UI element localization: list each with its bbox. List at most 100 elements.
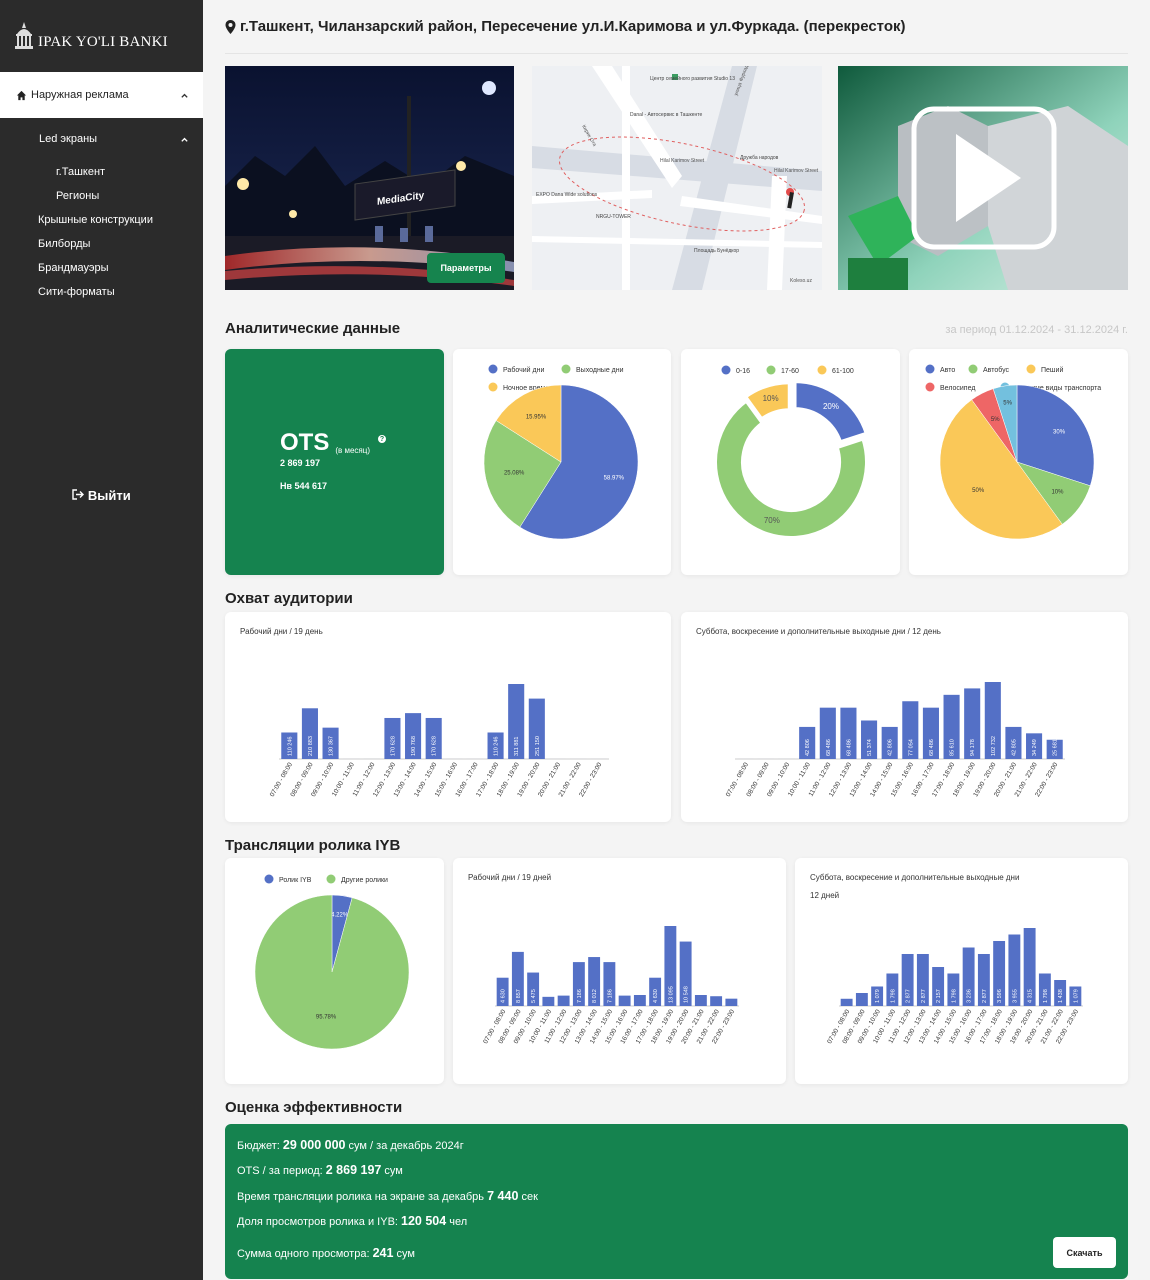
bar-value-label: 102 732 bbox=[991, 736, 997, 756]
bar-chart-broadcast-weekends: Суббота, воскресение и дополнительные вы… bbox=[810, 873, 1083, 1045]
bar-value-label: 1 798 bbox=[1043, 989, 1049, 1003]
nav-item-roof-structures[interactable]: Крышные конструкции bbox=[0, 208, 203, 232]
bar-value-label: 68 486 bbox=[826, 739, 832, 756]
budget-suffix: сум / за декабрь 2024г bbox=[348, 1140, 464, 1152]
location-pin-icon bbox=[225, 19, 236, 34]
nav-item-city-formats[interactable]: Сити-форматы bbox=[0, 280, 203, 304]
slice-label: 5% bbox=[991, 417, 1000, 423]
nav-item-billboards[interactable]: Билборды bbox=[0, 232, 203, 256]
bar-value-label: 3 596 bbox=[997, 989, 1003, 1003]
nav-outdoor-advertising[interactable]: Наружная реклама bbox=[0, 72, 203, 118]
bar-value-label: 7 186 bbox=[577, 989, 583, 1003]
bar-value-label: 10 548 bbox=[684, 986, 690, 1003]
bar-value-label: 210 883 bbox=[308, 736, 314, 756]
bar-value-label: 68 486 bbox=[846, 739, 852, 756]
bar-chart-reach-weekends: Суббота, воскресение и дополнительные вы… bbox=[696, 627, 1065, 798]
bar-value-label: 8 012 bbox=[592, 989, 598, 1003]
map-label: Дружба народов bbox=[740, 155, 779, 161]
bar-value-label: 110 246 bbox=[494, 737, 500, 756]
ots-unit: (в месяц) bbox=[335, 446, 371, 455]
pie-days-card: Рабочий дни Выходные дни Ночное время 58.97… bbox=[453, 349, 671, 575]
legend-label: 61-100 bbox=[832, 368, 854, 375]
slice-label: 20% bbox=[823, 402, 839, 411]
bar-value-label: 251 150 bbox=[535, 736, 541, 756]
pie-slice bbox=[254, 894, 410, 1050]
bar-chart-broadcast-workdays: Рабочий дни / 19 дней4 63007:00 - 08:008… bbox=[468, 873, 739, 1045]
legend-label: Пеший bbox=[1041, 366, 1063, 374]
bar-value-label: 1 798 bbox=[951, 989, 957, 1003]
bar-value-label: 1 798 bbox=[890, 989, 896, 1003]
chart-title: Рабочий дни / 19 дней bbox=[468, 873, 551, 882]
pie-chart-days: Рабочий дни Выходные дниНочное время58.97… bbox=[483, 364, 639, 540]
chevron-up-icon bbox=[181, 93, 188, 98]
ots-period-value: 2 869 197 bbox=[325, 1163, 382, 1177]
bar-value-label: 2 877 bbox=[982, 989, 988, 1003]
map-label: EXPO Dana Wide solutions bbox=[536, 192, 598, 198]
map-label: NRGU-TOWER bbox=[596, 214, 631, 220]
download-button[interactable]: Скачать bbox=[1053, 1237, 1116, 1268]
legend-label: Рабочий дни bbox=[503, 366, 544, 374]
budget-label: Бюджет: bbox=[237, 1140, 280, 1152]
bar-value-label: 4 630 bbox=[501, 989, 507, 1003]
effectiveness-title: Оценка эффективности bbox=[225, 1099, 403, 1116]
ots-line: OTS / за период: 2 869 197 сум bbox=[237, 1163, 403, 1177]
x-tick-label: 22:00 - 23:00 bbox=[1034, 761, 1059, 798]
main-content: г.Ташкент, Чиланзарский район, Пересечен… bbox=[225, 0, 1128, 1279]
chart-subtitle: 12 дней bbox=[810, 891, 839, 900]
bar-value-label: 110 246 bbox=[287, 737, 293, 756]
broadcast-title: Трансляции ролика IYB bbox=[225, 837, 401, 854]
pie-chart-broadcast-share: Ролик IYB Другие ролики 4.22% 95.78% bbox=[254, 874, 410, 1050]
logout-button[interactable]: Выйти bbox=[0, 488, 203, 503]
bar bbox=[840, 998, 853, 1006]
parameters-button[interactable]: Параметры bbox=[427, 253, 505, 283]
bar-value-label: 2 157 bbox=[936, 989, 942, 1003]
play-icon[interactable] bbox=[911, 106, 1057, 250]
reach-weekends-card: Суббота, воскресение и дополнительные вы… bbox=[681, 612, 1128, 822]
bar-value-label: 5 475 bbox=[531, 989, 537, 1003]
chart-title: Суббота, воскресение и дополнительные вы… bbox=[696, 627, 941, 636]
bar-value-label: 77 054 bbox=[908, 739, 914, 756]
map-label: Hilal Karimov Street bbox=[660, 158, 705, 164]
sidebar: IPAK YO'LI BANKI Наружная реклама Led эк… bbox=[0, 0, 203, 1280]
nav-item-tashkent[interactable]: г.Ташкент bbox=[0, 160, 203, 184]
bar bbox=[855, 993, 868, 1006]
nav-item-regions[interactable]: Регионы bbox=[0, 184, 203, 208]
slice-label: 25.08% bbox=[504, 470, 525, 476]
legend-marker bbox=[561, 364, 571, 374]
legend-marker bbox=[766, 365, 776, 375]
legend-label: 17-60 bbox=[781, 368, 799, 375]
legend-label: Велосипед bbox=[940, 385, 975, 392]
nav-outdoor-label: Наружная реклама bbox=[31, 89, 129, 101]
nav-item-firewalls[interactable]: Брандмауэры bbox=[0, 256, 203, 280]
bar-value-label: 85 610 bbox=[950, 739, 956, 756]
ots-value: 2 869 197 bbox=[280, 458, 321, 468]
bar-value-label: 3 955 bbox=[1012, 989, 1018, 1003]
bar-value-label: 8 857 bbox=[516, 989, 522, 1003]
cost-per-view-value: 241 bbox=[372, 1246, 394, 1260]
legend-marker bbox=[1026, 364, 1036, 374]
nav-led-screens[interactable]: Led экраны bbox=[0, 124, 203, 154]
broadcast-workdays-card: Рабочий дни / 19 дней 4 630 07:00 - 08:00 8… bbox=[453, 858, 786, 1084]
bar-value-label: 34 249 bbox=[1032, 739, 1038, 756]
location-photo[interactable]: MediaCity Параметры bbox=[225, 66, 514, 290]
broadcast-weekends-card: Суббота, воскресение и дополнительные вы… bbox=[795, 858, 1128, 1084]
bar-value-label: 3 236 bbox=[967, 989, 973, 1003]
slice-label: 10% bbox=[763, 394, 779, 403]
bar-value-label: 4 315 bbox=[1028, 989, 1034, 1003]
address-text: г.Ташкент, Чиланзарский район, Пересечен… bbox=[240, 18, 906, 35]
legend-label: Ролик IYB bbox=[279, 877, 312, 884]
brand-logo[interactable]: IPAK YO'LI BANKI bbox=[0, 0, 203, 72]
bar bbox=[725, 998, 738, 1006]
bank-building-icon bbox=[15, 22, 33, 49]
cost-per-view-suffix: сум bbox=[396, 1248, 415, 1260]
bar-value-label: 42 806 bbox=[888, 739, 894, 756]
promo-video[interactable] bbox=[838, 66, 1128, 290]
airtime-line: Время трансляции ролика на экране за дек… bbox=[237, 1189, 538, 1203]
pie-transport-card: Авто Автобус Пеший Велосипед И другие виды т… bbox=[909, 349, 1128, 575]
location-map[interactable]: Центр семейного развития Studio 13 Danal… bbox=[532, 66, 822, 290]
airtime-label: Время трансляции ролика на экране за дек… bbox=[237, 1191, 485, 1203]
bar-value-label: 1 438 bbox=[1058, 989, 1064, 1003]
airtime-suffix: сек bbox=[521, 1191, 538, 1203]
help-icon[interactable]: ? bbox=[378, 435, 387, 443]
budget-value: 29 000 000 bbox=[282, 1138, 346, 1152]
